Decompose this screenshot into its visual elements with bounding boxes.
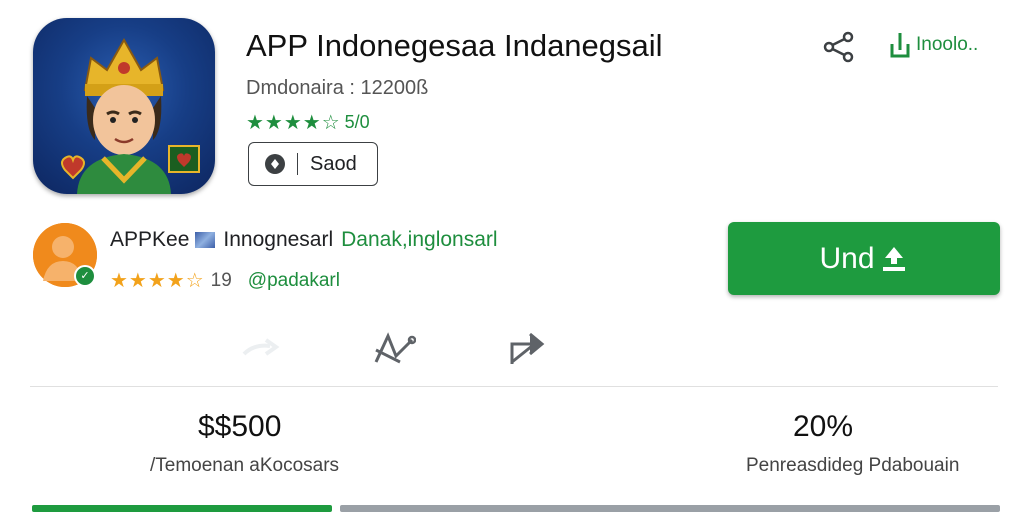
developer-line: APPKee Innognesarl Danak,inglonsarl [110,228,498,252]
rating-stars: ★★★★☆ [246,112,341,134]
developer-tagline[interactable]: Danak,inglonsarl [341,228,497,252]
app-icon [33,18,215,194]
forward-arrow-icon[interactable] [240,328,284,368]
install-button-label: Und [819,241,875,275]
install-top-label: Inoolo.. [916,34,979,55]
progress-fill [32,505,332,512]
bookmark-icon [265,154,285,174]
stat-price-label: /Temoenan aKocosars [150,455,340,476]
install-button[interactable]: Und [728,222,1000,295]
developer-name[interactable]: Innognesarl [223,228,333,252]
progress-track [340,505,1000,512]
app-rating: ★★★★☆ 5/0 [246,110,370,135]
trend-chart-icon[interactable] [372,326,416,366]
download-icon [890,33,910,58]
stat-percent-value: 20% [793,410,854,443]
share-icon[interactable] [822,30,856,64]
stat-percent-label: Penreasdideg Pdabouain [746,455,960,476]
developer-prefix: APPKee [110,228,190,251]
section-divider [30,386,998,387]
install-top-button[interactable]: Inoolo.. [888,30,978,60]
flag-icon [195,232,216,248]
developer-rating: ★★★★☆ 19 @padakarl [110,268,340,293]
stat-price-value: $$500 [198,410,282,443]
install-download-icon [882,246,905,271]
developer-stars: ★★★★☆ [110,270,205,292]
divider [297,153,298,175]
app-developer[interactable]: Dmdonaira : 12200ß [246,77,428,100]
rating-value: 5/0 [344,112,370,132]
app-title: APP Indonegesaa Indanegsail [246,28,663,63]
share-arrow-icon[interactable] [506,326,550,366]
saved-label: Saod [310,152,357,175]
verified-badge-icon: ✓ [74,265,96,287]
developer-rating-count: 19 [210,269,232,291]
developer-handle[interactable]: @padakarl [248,270,340,292]
saved-button[interactable]: Saod [248,142,378,186]
